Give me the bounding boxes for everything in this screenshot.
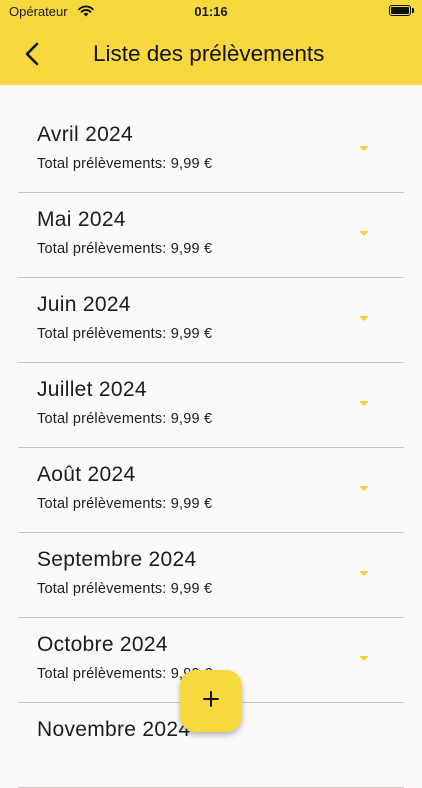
month-total: Total prélèvements: 9,99 € xyxy=(37,326,213,342)
month-label: Novembre 2024 xyxy=(37,718,191,741)
month-item-july[interactable]: Juillet 2024 Total prélèvements: 9,99 € xyxy=(18,363,404,448)
month-item-may[interactable]: Mai 2024 Total prélèvements: 9,99 € xyxy=(18,193,404,278)
caret-down-icon xyxy=(359,571,369,576)
page-title: Liste des prélèvements xyxy=(93,41,325,66)
month-label: Mai 2024 xyxy=(37,208,126,231)
month-item-april[interactable]: Avril 2024 Total prélèvements: 9,99 € xyxy=(18,108,404,193)
status-time: 01:16 xyxy=(194,4,228,19)
app-bar: Opérateur 01:16 Liste des prélèvements xyxy=(0,0,422,85)
battery-icon xyxy=(389,5,411,16)
battery-tip xyxy=(412,8,414,13)
caret-down-icon xyxy=(359,316,369,321)
caret-down-icon xyxy=(359,486,369,491)
month-total: Total prélèvements: 9,99 € xyxy=(37,241,213,257)
month-label: Septembre 2024 xyxy=(37,548,197,571)
month-label: Avril 2024 xyxy=(37,123,134,146)
month-total: Total prélèvements: 9,99 € xyxy=(37,411,213,427)
month-label: Juin 2024 xyxy=(37,293,131,316)
back-button[interactable] xyxy=(18,40,46,68)
month-label: Octobre 2024 xyxy=(37,633,168,656)
month-item-august[interactable]: Août 2024 Total prélèvements: 9,99 € xyxy=(18,448,404,533)
month-label: Juillet 2024 xyxy=(37,378,147,401)
caret-down-icon xyxy=(359,656,369,661)
caret-down-icon xyxy=(359,146,369,151)
caret-down-icon xyxy=(359,401,369,406)
caret-down-icon xyxy=(359,231,369,236)
status-bar: Opérateur 01:16 xyxy=(0,0,422,24)
month-label: Août 2024 xyxy=(37,463,136,486)
month-total: Total prélèvements: 9,99 € xyxy=(37,581,213,597)
month-total: Total prélèvements: 9,99 € xyxy=(37,156,213,172)
month-item-june[interactable]: Juin 2024 Total prélèvements: 9,99 € xyxy=(18,278,404,363)
chevron-left-icon xyxy=(18,42,46,72)
month-total: Total prélèvements: 9,99 € xyxy=(37,496,213,512)
plus-icon xyxy=(202,690,220,713)
month-item-september[interactable]: Septembre 2024 Total prélèvements: 9,99 … xyxy=(18,533,404,618)
add-button[interactable] xyxy=(180,670,242,732)
